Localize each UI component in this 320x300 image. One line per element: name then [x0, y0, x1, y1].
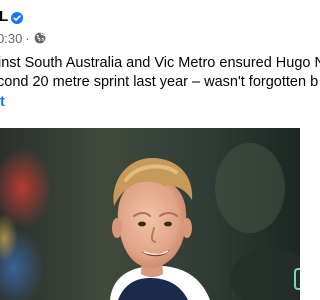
- post-text-line: cond 20 metre sprint last year – wasn't …: [0, 74, 319, 90]
- see-more-link[interactable]: t: [0, 93, 5, 112]
- post-photo[interactable]: [0, 128, 300, 300]
- text-image-gap: [0, 118, 300, 128]
- page-name-link[interactable]: L: [0, 8, 8, 26]
- post-timestamp-link[interactable]: 0:30: [0, 31, 22, 46]
- post-header: L 0:30 ·: [0, 0, 300, 52]
- globe-icon[interactable]: [34, 32, 46, 44]
- meta-separator: ·: [25, 30, 30, 46]
- corner-bracket-icon: [294, 268, 300, 290]
- player-photo-illustration: [0, 128, 300, 300]
- post-meta: 0:30 ·: [0, 30, 46, 46]
- post-text: inst South Australia and Vic Metro ensur…: [0, 54, 320, 92]
- post-text-line: inst South Australia and Vic Metro ensur…: [0, 55, 320, 71]
- verified-badge-icon: [11, 11, 23, 24]
